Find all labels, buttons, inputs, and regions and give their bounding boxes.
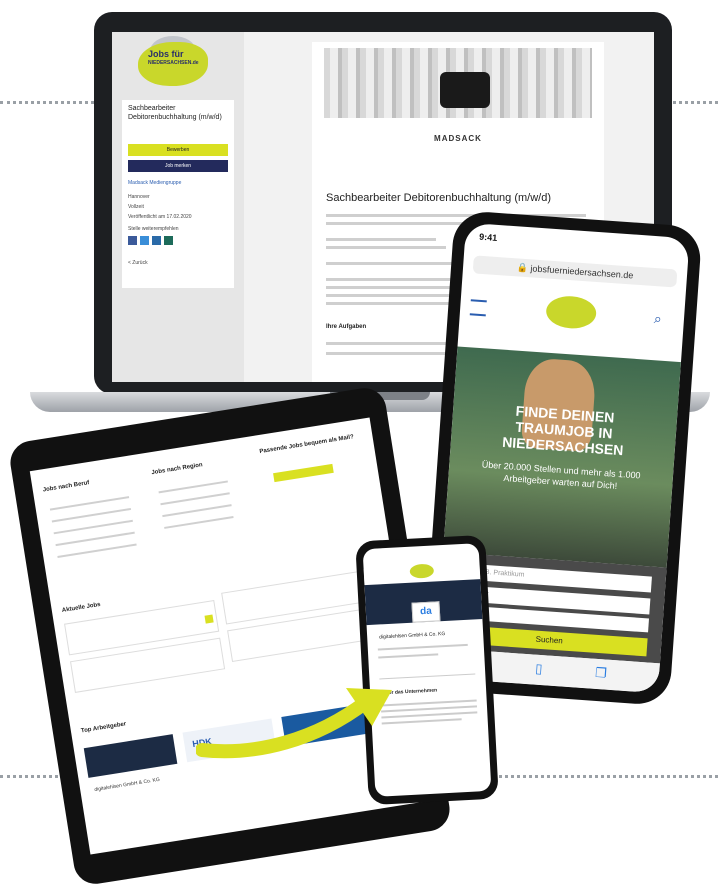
search-icon[interactable]: ⌕ [653,310,662,328]
save-job-button[interactable]: Job merken [128,160,228,172]
job-title-sidebar: Sachbearbeiter Debitorenbuchhaltung (m/w… [128,105,222,121]
list-line [160,492,230,506]
jobs-by-region-title: Jobs nach Region [151,462,204,477]
arrow-icon [196,688,392,759]
job-title-main: Sachbearbeiter Debitorenbuchhaltung (m/w… [326,192,552,204]
bookmarks-icon[interactable]: ▯ [535,661,543,677]
list-line [55,531,135,547]
employer-name[interactable]: digitalehlsen GmbH & Co. KG [94,777,160,793]
list-line [164,516,234,529]
list-line [57,543,137,558]
status-time: 9:41 [478,231,498,243]
logo-text-line2: NIEDERSACHSEN.de [148,60,199,66]
company-name: digitalehlsen GmbH & Co. KG [379,630,446,641]
employment-type: Vollzeit [128,204,144,210]
tabs-icon[interactable]: ❐ [595,665,608,682]
share-label: Stelle weiterempfehlen [128,226,179,232]
job-alert-button[interactable] [273,463,334,483]
xing-icon[interactable] [164,236,173,245]
list-line [158,480,228,494]
site-logo-mobile[interactable] [545,294,598,330]
divider [379,673,476,680]
text-line [378,653,439,659]
back-link[interactable]: < Zurück [128,260,148,266]
logo-text-line1: Jobs für [148,49,184,59]
job-tile-marker [204,614,214,624]
twitter-icon[interactable] [140,236,149,245]
address-bar[interactable]: 🔒 jobsfuerniedersachsen.de [472,255,678,288]
linkedin-icon[interactable] [152,236,161,245]
brand-logo: MADSACK [434,134,482,143]
facebook-icon[interactable] [128,236,137,245]
site-logo[interactable]: Jobs für NIEDERSACHSEN.de [148,50,199,68]
job-card: Sachbearbeiter Debitorenbuchhaltung (m/w… [122,100,234,288]
hero-banner: FINDE DEINEN TRAUMJOB IN NIEDERSACHSEN Ü… [443,346,681,568]
list-line [162,504,232,518]
top-employers-heading: Top Arbeitgeber [80,721,127,735]
url-text: jobsfuerniedersachsen.de [530,263,634,281]
list-line [49,496,130,511]
list-line [51,507,132,523]
apply-button[interactable]: Bewerben [128,144,228,156]
latest-jobs-heading: Aktuelle Jobs [61,601,102,614]
text-line [326,342,446,345]
menu-icon[interactable] [469,299,487,317]
company-logo: da [411,601,441,623]
text-line [326,238,436,241]
job-sidebar: Jobs für NIEDERSACHSEN.de Sachbearbeiter… [112,32,244,382]
job-alert-title: Passende Jobs bequem als Mail? [259,434,355,456]
tasks-heading: Ihre Aufgaben [326,324,367,330]
lock-icon: 🔒 [516,262,529,274]
location-text: Hannover [128,194,150,200]
text-line [326,352,446,355]
published-date: Veröffentlicht am 17.02.2020 [128,214,192,220]
text-line [377,643,468,651]
company-link[interactable]: Madsack Mediengruppe [128,180,181,186]
jobs-by-profession-title: Jobs nach Beruf [42,480,90,494]
list-line [53,519,133,535]
camera-image [440,72,490,108]
employer-banner [83,734,178,778]
text-line [326,246,446,249]
